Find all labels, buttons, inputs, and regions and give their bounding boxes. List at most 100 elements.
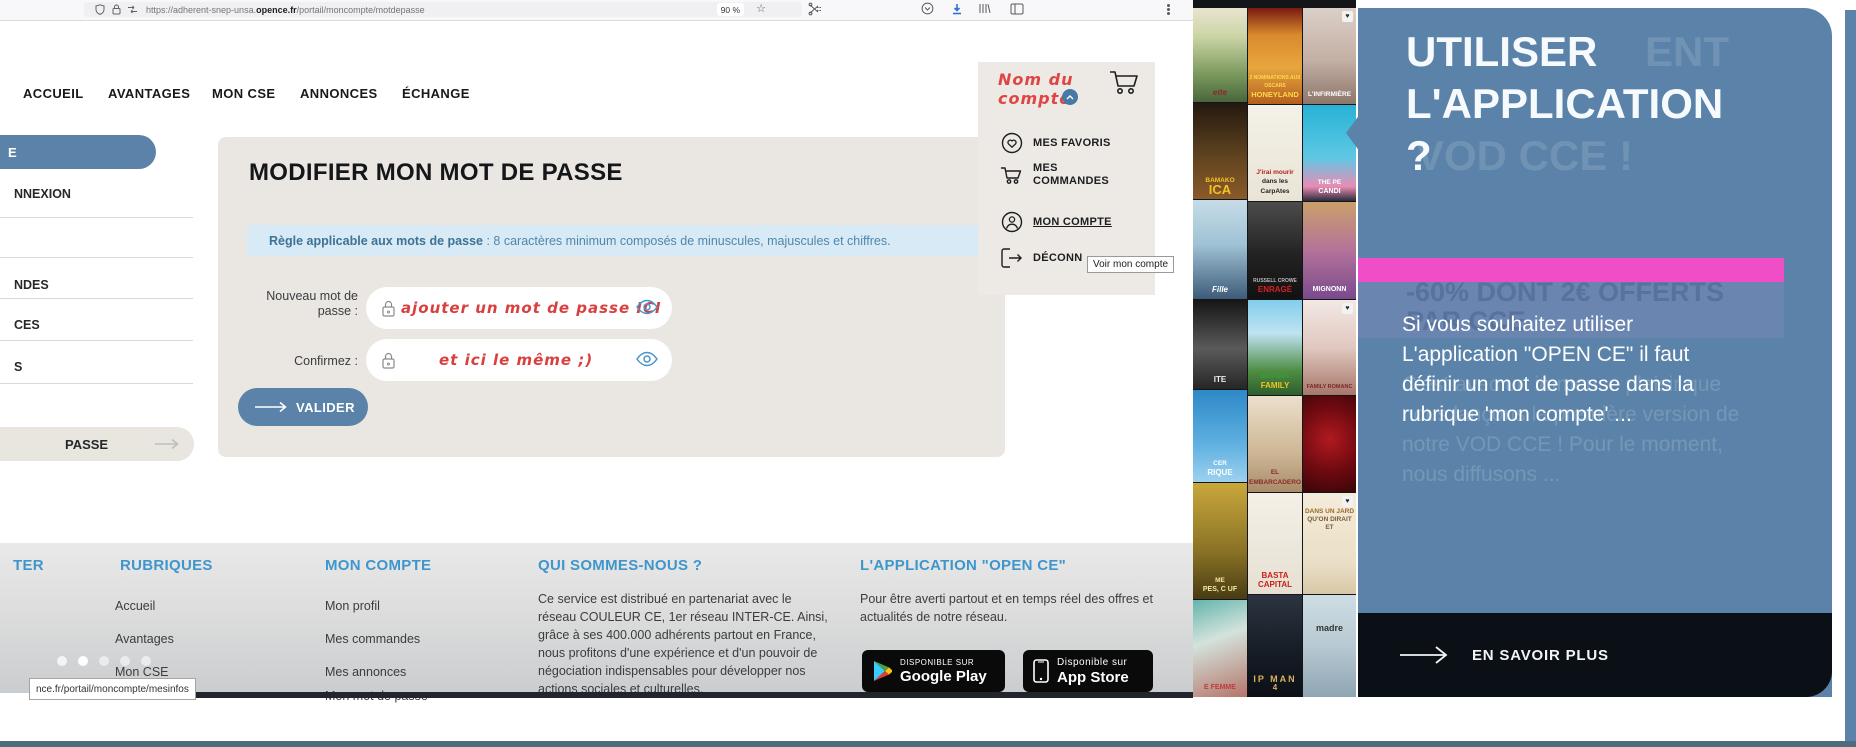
arrow-right-icon <box>1400 646 1448 664</box>
sidebar-item-favoris[interactable]: S <box>14 360 22 374</box>
promo-panel: ENT VOD CCE ! UTILISER L'APPLICATION? -60… <box>1358 8 1832 697</box>
app-store-badge[interactable]: Disponible sur App Store <box>1023 650 1153 692</box>
cta-label: EN SAVOIR PLUS <box>1472 646 1609 664</box>
footer-link-mes-commandes[interactable]: Mes commandes <box>325 632 420 646</box>
nav-annonces[interactable]: ANNONCES <box>300 86 378 101</box>
menu-item-mes-favoris[interactable]: MES FAVORIS <box>1000 131 1111 155</box>
phone-icon <box>1033 659 1049 683</box>
tracking-protection-icon[interactable] <box>124 2 140 17</box>
sidebar-item-commandes[interactable]: NDES <box>14 278 49 292</box>
footer: TER RUBRIQUES Accueil Avantages Mon CSE … <box>0 543 1193 703</box>
carousel-dot[interactable] <box>120 656 130 666</box>
carousel-dot[interactable] <box>57 656 67 666</box>
logout-icon <box>1000 246 1024 270</box>
address-bar[interactable]: https://adherent-snep-unsa.opence.fr/por… <box>84 2 802 17</box>
poster-madre[interactable]: madre <box>1303 595 1356 697</box>
poster-mignonnes[interactable]: MIGNONN <box>1303 202 1356 299</box>
sidebar-toggle-icon[interactable] <box>1010 2 1026 18</box>
lock-icon[interactable] <box>108 2 124 17</box>
favorite-heart-icon[interactable]: ♥ <box>1342 303 1353 314</box>
sidebar-divider <box>0 383 193 384</box>
menu-item-deconnexion[interactable]: DÉCONN <box>1000 246 1082 270</box>
poster-bigfoot-family[interactable]: BIGFOOT FAMILY <box>1248 300 1302 395</box>
nav-echange[interactable]: ÉCHANGE <box>402 86 470 101</box>
poster-red-theatre[interactable] <box>1303 396 1356 492</box>
overflow-menu-icon[interactable] <box>1167 4 1170 7</box>
zoom-level-badge[interactable]: 90 % <box>716 3 744 16</box>
poster-la-fille[interactable]: Fille <box>1193 200 1247 299</box>
google-play-icon <box>874 661 892 681</box>
pocket-icon[interactable] <box>921 2 937 18</box>
cart-icon[interactable] <box>1106 66 1142 103</box>
sidebar-item-connexion[interactable]: NNEXION <box>14 187 71 201</box>
sidebar-passe-label: PASSE <box>65 436 109 452</box>
arrow-right-icon <box>155 438 179 450</box>
screenshot-canvas: https://adherent-snep-unsa.opence.fr/por… <box>0 0 1856 747</box>
poster-enrage[interactable]: RUSSELL CROWE ENRAGÉ <box>1248 202 1302 299</box>
valider-label: VALIDER <box>296 399 355 415</box>
valider-button[interactable]: VALIDER <box>238 388 368 426</box>
rule-rest-text: : 8 caractères minimum composés de minus… <box>482 233 891 248</box>
eye-icon[interactable] <box>636 299 658 315</box>
library-icon[interactable] <box>977 2 993 18</box>
screenshot-extension-icon[interactable] <box>808 2 824 18</box>
google-play-badge[interactable]: DISPONIBLE SUR Google Play <box>862 650 1005 692</box>
shield-icon[interactable] <box>92 2 108 17</box>
poster-africa-mia[interactable]: BAMAKO ICA <box>1193 103 1247 199</box>
poster-antoinette[interactable]: ette <box>1193 8 1247 102</box>
favorite-heart-icon[interactable]: ♥ <box>1342 496 1353 507</box>
carousel-dot-active[interactable] <box>78 656 88 666</box>
poster-ip-man-4[interactable]: IP MAN 4 <box>1248 595 1302 697</box>
poster-cer-rique[interactable]: CER RIQUE <box>1193 390 1247 482</box>
poster-yellow-film[interactable]: ME PES, C UF <box>1193 483 1247 599</box>
user-circle-icon <box>1000 210 1024 234</box>
footer-link-mon-cse[interactable]: Mon CSE <box>115 665 169 679</box>
poster-basta-capital[interactable]: BASTA CAPITAL <box>1248 493 1302 594</box>
arrow-right-icon <box>255 401 287 413</box>
screenshot-bottom-edge <box>185 692 1193 698</box>
url-text[interactable]: https://adherent-snep-unsa.opence.fr/por… <box>146 5 425 15</box>
eye-icon[interactable] <box>636 351 658 367</box>
chevron-up-icon[interactable] <box>1062 89 1078 105</box>
footer-link-mes-annonces[interactable]: Mes annonces <box>325 665 406 679</box>
confirm-password-label: Confirmez : <box>294 354 358 368</box>
account-name-annotation[interactable]: Nom du compte <box>998 70 1073 108</box>
en-savoir-plus-button[interactable]: EN SAVOIR PLUS <box>1358 613 1832 697</box>
sidebar-active-section-pill[interactable]: E <box>0 135 156 169</box>
poster-jardin-eternel[interactable]: ♥ DANS UN JARD QU'ON DIRAIT ET <box>1303 493 1356 594</box>
sidebar-item-mot-de-passe[interactable]: PASSE <box>0 427 194 461</box>
poster-carpates[interactable]: J'irai mourir dans les CarpAtes <box>1248 105 1302 201</box>
new-password-input[interactable]: ajouter un mot de passe ICI <box>366 287 672 329</box>
confirm-password-input[interactable]: et ici le même ;) <box>366 339 672 381</box>
footer-link-accueil[interactable]: Accueil <box>115 599 155 613</box>
favorite-heart-icon[interactable]: ♥ <box>1342 11 1353 22</box>
sidebar-divider <box>0 257 193 258</box>
footer-qui-text: Ce service est distribué en partenariat … <box>538 592 828 696</box>
nav-mon-cse[interactable]: MON CSE <box>212 86 275 101</box>
page-bottom-bar <box>0 741 1856 747</box>
footer-link-avantages[interactable]: Avantages <box>115 632 174 646</box>
poster-honeyland[interactable]: 2 NOMINATIONS AUX OSCARS HONEYLAND <box>1248 8 1302 104</box>
poster-family-romance[interactable]: ♥ FAMILY ROMANC <box>1303 300 1356 395</box>
nav-avantages[interactable]: AVANTAGES <box>108 86 190 101</box>
footer-link-mon-profil[interactable]: Mon profil <box>325 599 380 613</box>
carousel-dot[interactable] <box>99 656 109 666</box>
menu-item-mon-compte[interactable]: MON COMPTE <box>1000 210 1112 234</box>
nav-accueil[interactable]: ACCUEIL <box>23 86 84 101</box>
poster-collage: ette BAMAKO ICA Fille ITE CER RIQUE ME PES,… <box>1193 0 1356 697</box>
menu-item-mes-commandes[interactable]: MES COMMANDES <box>1000 162 1109 188</box>
footer-app-heading: L'APPLICATION "OPEN CE" <box>860 557 1067 574</box>
footer-rubriques-heading: RUBRIQUES <box>120 557 213 574</box>
poster-el-embarcadero[interactable]: EL EMBARCADERO <box>1248 396 1302 492</box>
password-rule-banner: Règle applicable aux mots de passe : 8 c… <box>247 225 980 256</box>
sidebar-item-annonces[interactable]: CES <box>14 318 40 332</box>
next-slide-edge[interactable] <box>1845 10 1856 741</box>
poster-une-femme[interactable]: E FEMME <box>1193 600 1247 697</box>
bookmark-star-icon[interactable]: ☆ <box>756 2 766 15</box>
poster-bw-film[interactable]: ITE <box>1193 300 1247 389</box>
sidebar-divider <box>0 298 193 299</box>
carousel-dot[interactable] <box>141 656 151 666</box>
footer-qui-heading: QUI SOMMES-NOUS ? <box>538 557 703 574</box>
poster-infirmiere[interactable]: ♥ L'INFIRMIÈRE <box>1303 8 1356 104</box>
download-icon[interactable] <box>950 2 966 18</box>
